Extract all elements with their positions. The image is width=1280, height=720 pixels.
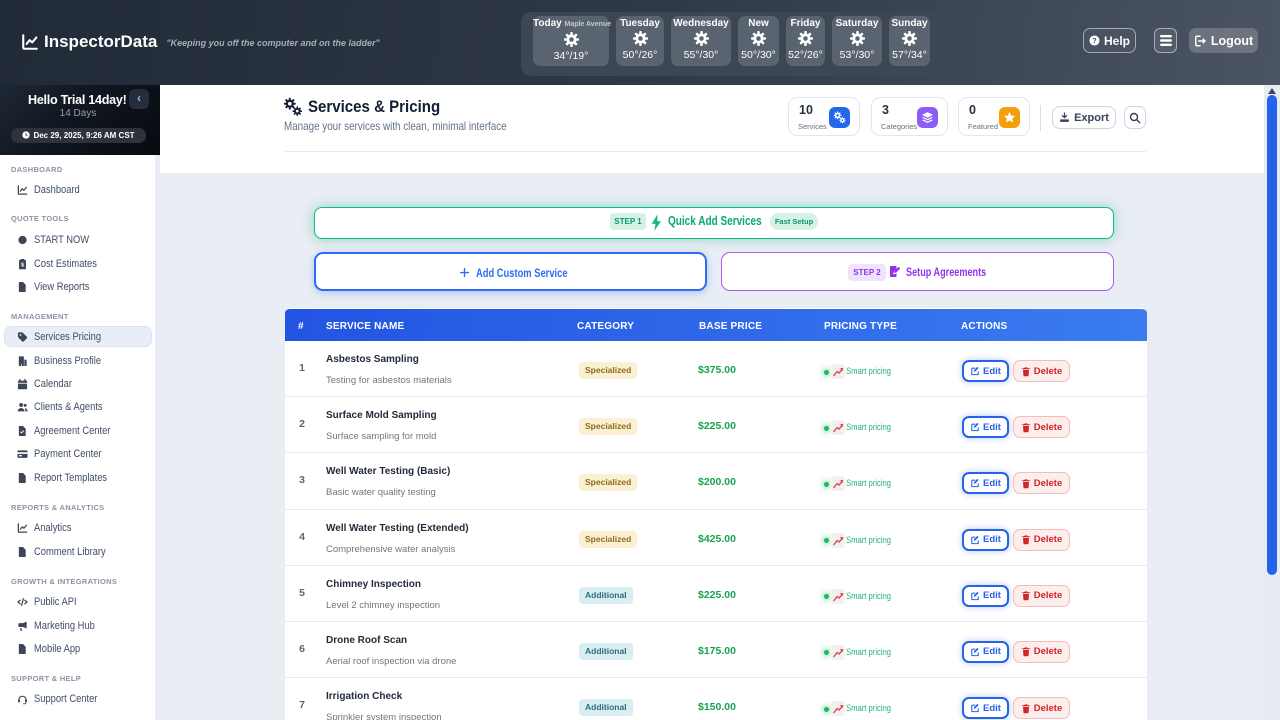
svg-text:$: $ <box>21 262 24 268</box>
svg-text:?: ? <box>1092 38 1096 45</box>
